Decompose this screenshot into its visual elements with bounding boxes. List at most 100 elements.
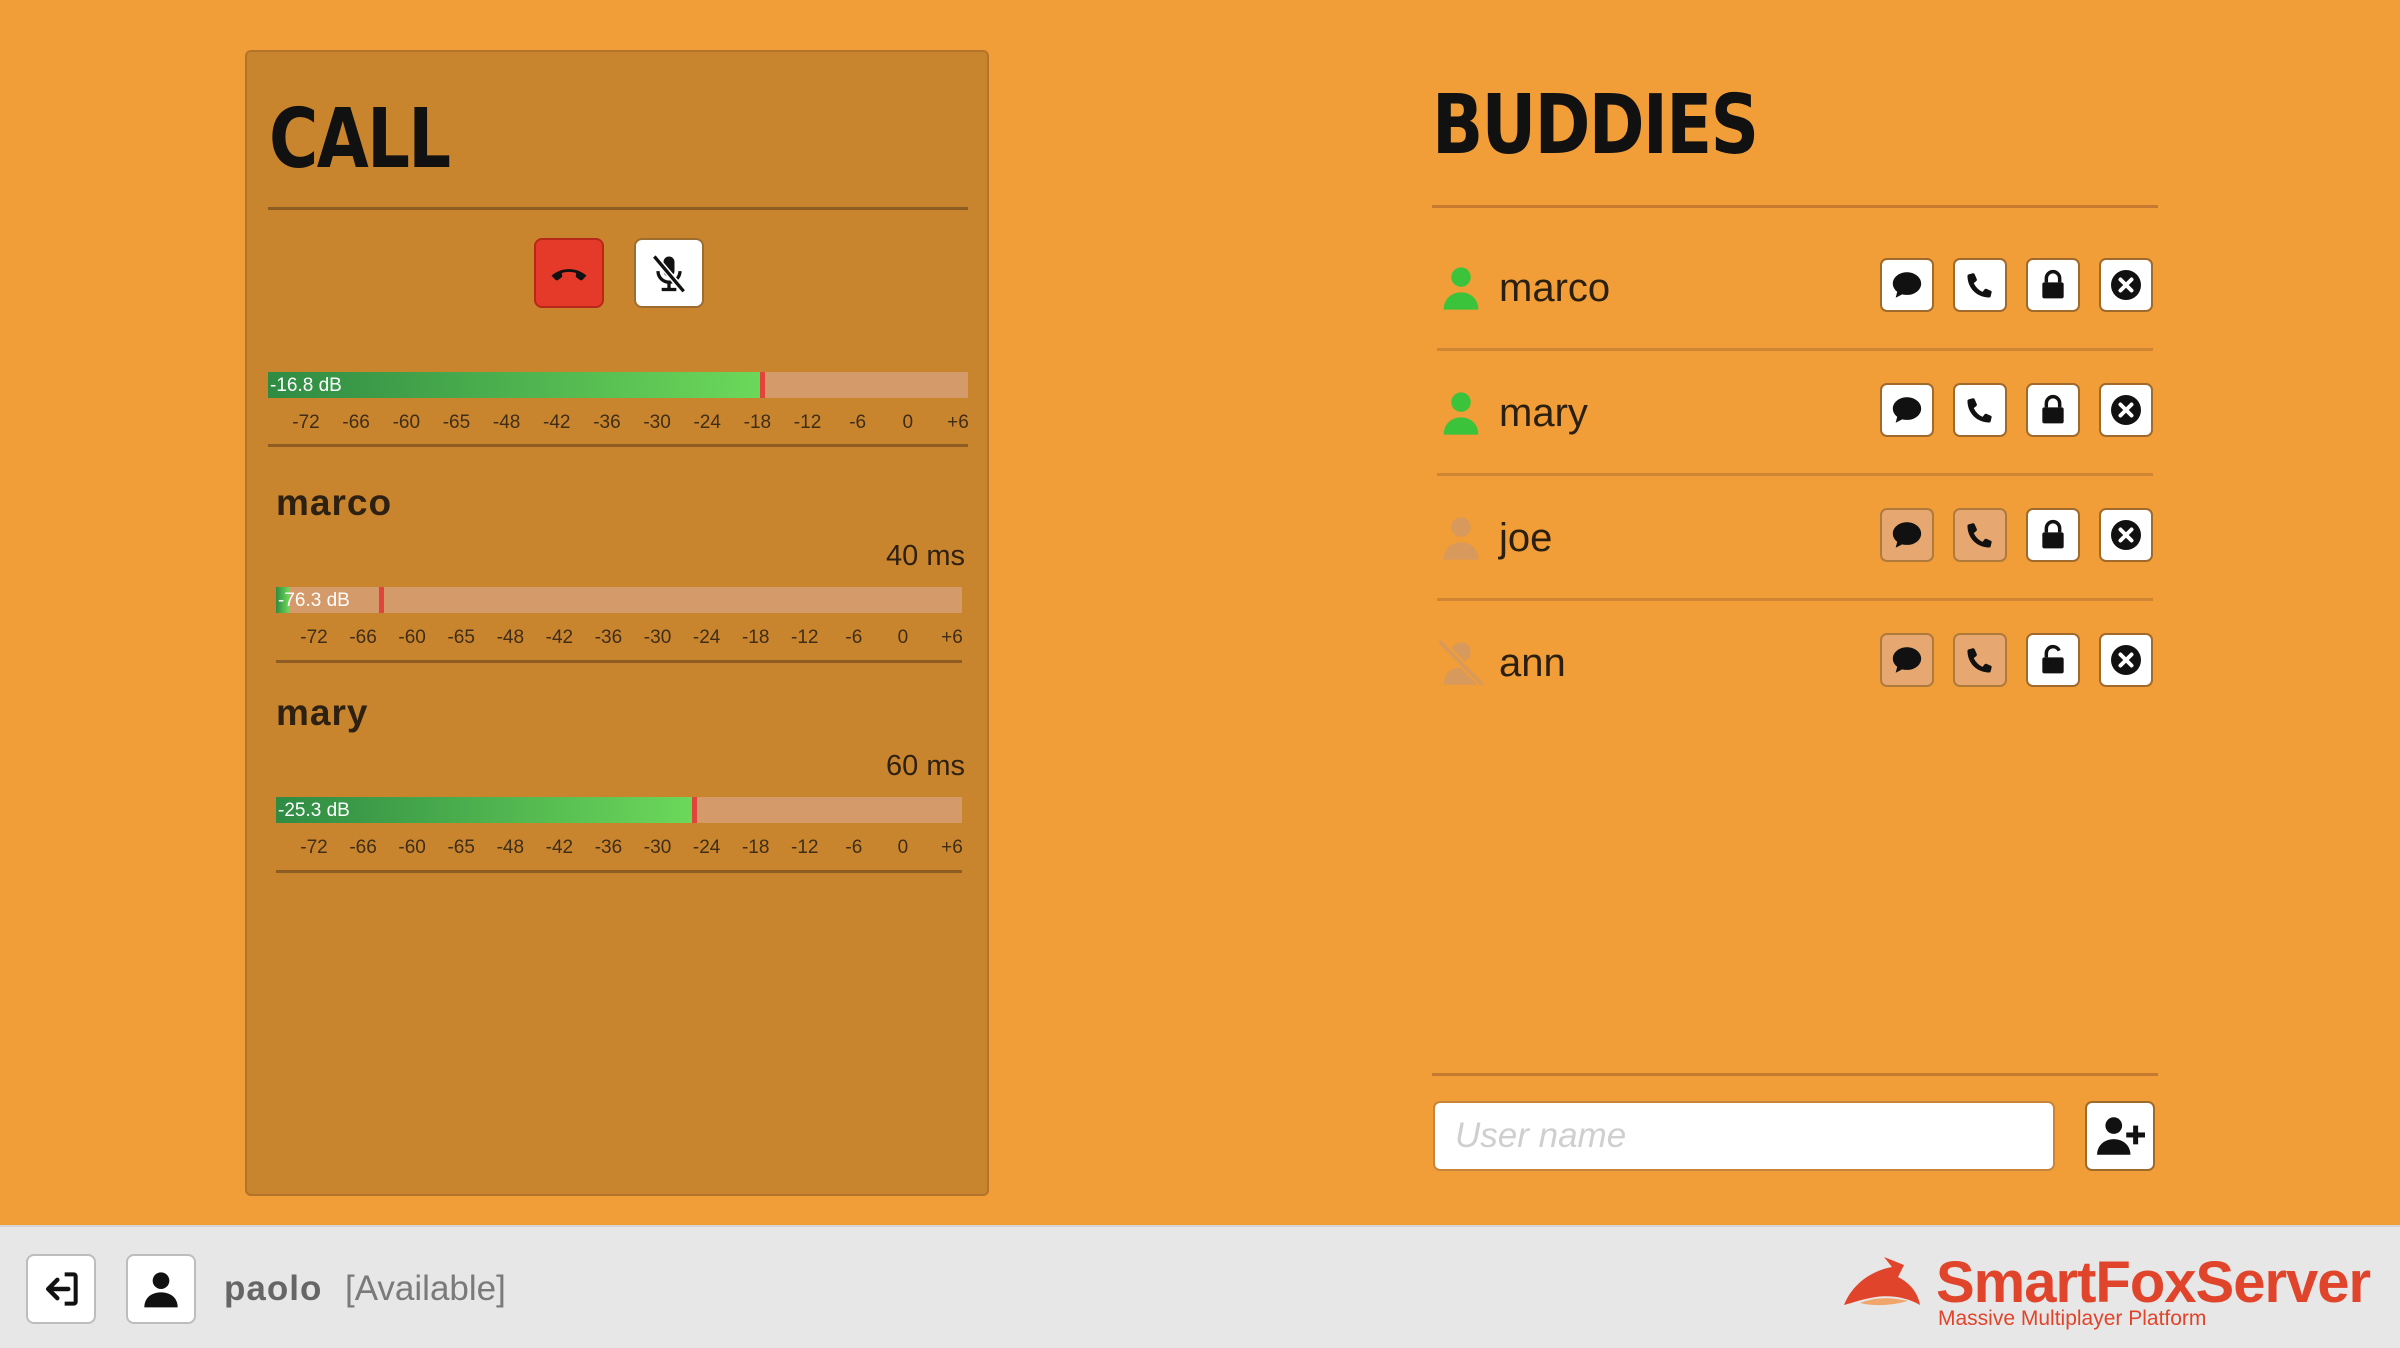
own-meter-scale: -72 -66 -60 -65 -48 -42 -36 -30 -24 -18 -12 -6 0 +6 <box>268 412 969 436</box>
logo-tagline: Massive Multiplayer Platform <box>1938 1307 2207 1330</box>
own-volume-peak <box>760 372 766 398</box>
buddy-row: mary <box>1435 349 2153 473</box>
meter-scale-tick: -36 <box>593 412 621 433</box>
logout-icon <box>45 1272 78 1306</box>
meter-scale-tick: -24 <box>692 627 721 648</box>
microphone-muted-icon <box>651 254 687 294</box>
block-button[interactable] <box>2026 508 2080 562</box>
phone-icon <box>1967 273 1992 298</box>
meter-scale-tick: +6 <box>941 837 963 858</box>
meter-scale-tick: -18 <box>743 412 772 433</box>
unblock-button[interactable] <box>2026 633 2080 687</box>
buddies-title: BUDDIES <box>1432 78 1759 173</box>
meter-scale-tick: -42 <box>545 627 574 648</box>
remove-circle-icon <box>2111 395 2141 425</box>
lock-icon <box>2042 269 2064 299</box>
remove-buddy-button[interactable] <box>2099 508 2153 562</box>
own-volume-meter: -16.8 dB <box>268 372 968 398</box>
meter-scale-tick: -72 <box>300 627 328 648</box>
remove-buddy-button[interactable] <box>2099 383 2153 437</box>
fox-logo-icon <box>1844 1257 1920 1306</box>
hangup-button[interactable] <box>534 238 604 308</box>
remove-buddy-button[interactable] <box>2099 633 2153 687</box>
buddy-actions <box>1880 633 2153 687</box>
call-panel: CALL -16.8 dB -72 -66 -60 -65 -48 -42 -36 -30 -2… <box>245 50 989 1196</box>
lock-icon <box>2042 519 2064 549</box>
participant-name: marco <box>276 482 393 523</box>
logout-button[interactable] <box>26 1254 96 1324</box>
chat-button[interactable] <box>1880 508 1934 562</box>
chat-button[interactable] <box>1880 258 1934 312</box>
hangup-icon <box>551 269 587 281</box>
chat-bubble-icon <box>1892 647 1922 673</box>
chat-bubble-icon <box>1892 272 1922 298</box>
meter-scale-tick: -60 <box>398 627 426 648</box>
chat-bubble-icon <box>1892 397 1922 423</box>
buddy-row: marco <box>1435 224 2153 348</box>
meter-scale-tick: -18 <box>741 627 770 648</box>
meter-scale-tick: +6 <box>947 412 969 433</box>
call-title: CALL <box>269 92 451 187</box>
meter-scale-tick: -24 <box>692 837 721 858</box>
buddy-name: mary <box>1499 391 1588 435</box>
meter-scale-tick: 0 <box>902 412 914 433</box>
meter-scale-tick: -65 <box>442 412 471 433</box>
meter-scale-tick: -42 <box>543 412 571 433</box>
meter-scale-tick: -48 <box>492 412 521 433</box>
meter-scale-tick: -18 <box>741 837 770 858</box>
participant-volume-meter: -25.3 dB <box>276 797 962 823</box>
user-online-icon <box>1443 267 1479 310</box>
buddy-status <box>1435 262 1487 314</box>
user-online-icon <box>1443 392 1479 435</box>
meter-scale-tick: -65 <box>447 837 475 858</box>
chat-button[interactable] <box>1880 383 1934 437</box>
call-button[interactable] <box>1953 633 2007 687</box>
buddy-row: joe <box>1435 474 2153 598</box>
block-button[interactable] <box>2026 258 2080 312</box>
presence-status: [Available] <box>345 1269 506 1308</box>
meter-scale-tick: -30 <box>643 627 672 648</box>
add-buddy-username-input[interactable] <box>1433 1101 2055 1171</box>
buddy-status <box>1435 387 1487 439</box>
buddies-title-divider <box>1432 205 2158 208</box>
smartfoxserver-logo: SmartFoxServer Massive Multiplayer Platf… <box>1840 1249 2380 1330</box>
remove-circle-icon <box>2111 270 2141 300</box>
current-username: paolo <box>224 1269 323 1308</box>
profile-button[interactable] <box>126 1254 196 1324</box>
meter-scale-tick: +6 <box>941 627 963 648</box>
participant-volume-label: -25.3 dB <box>278 800 350 821</box>
buddy-actions <box>1880 508 2153 562</box>
chat-bubble-icon <box>1892 522 1922 548</box>
participant-volume-peak <box>378 587 384 613</box>
meter-scale-tick: -30 <box>643 412 671 433</box>
participant-latency: 60 ms <box>886 750 965 782</box>
remove-circle-icon <box>2111 645 2141 675</box>
remove-buddy-button[interactable] <box>2099 258 2153 312</box>
mute-button[interactable] <box>634 238 704 308</box>
meter-scale-tick: -36 <box>594 837 623 858</box>
buddy-actions <box>1880 383 2153 437</box>
meter-scale-tick: -12 <box>793 412 822 433</box>
user-blocked-icon <box>1436 638 1486 688</box>
buddy-row: ann <box>1435 599 2153 723</box>
call-button[interactable] <box>1953 258 2007 312</box>
meter-scale-tick: -65 <box>447 627 475 648</box>
meter-scale-tick: 0 <box>897 837 909 858</box>
footer-bar: paolo [Available] SmartFoxServer Massive… <box>0 1225 2400 1348</box>
call-button[interactable] <box>1953 383 2007 437</box>
logo-text: SmartFoxServer <box>1936 1250 2371 1315</box>
phone-icon <box>1967 398 1992 423</box>
meter-scale-tick: -66 <box>349 627 377 648</box>
participant-volume-label: -76.3 dB <box>278 590 350 611</box>
meter-scale-tick: -30 <box>643 837 672 858</box>
block-button[interactable] <box>2026 383 2080 437</box>
call-button[interactable] <box>1953 508 2007 562</box>
add-buddy-button[interactable] <box>2085 1101 2155 1171</box>
chat-button[interactable] <box>1880 633 1934 687</box>
meter-scale-tick: -60 <box>392 412 421 433</box>
user-plus-icon <box>2097 1117 2145 1155</box>
meter-scale-tick: -72 <box>292 412 320 433</box>
lock-icon <box>2042 394 2064 424</box>
participant-volume-peak <box>691 797 697 823</box>
participant-latency: 40 ms <box>886 540 965 572</box>
